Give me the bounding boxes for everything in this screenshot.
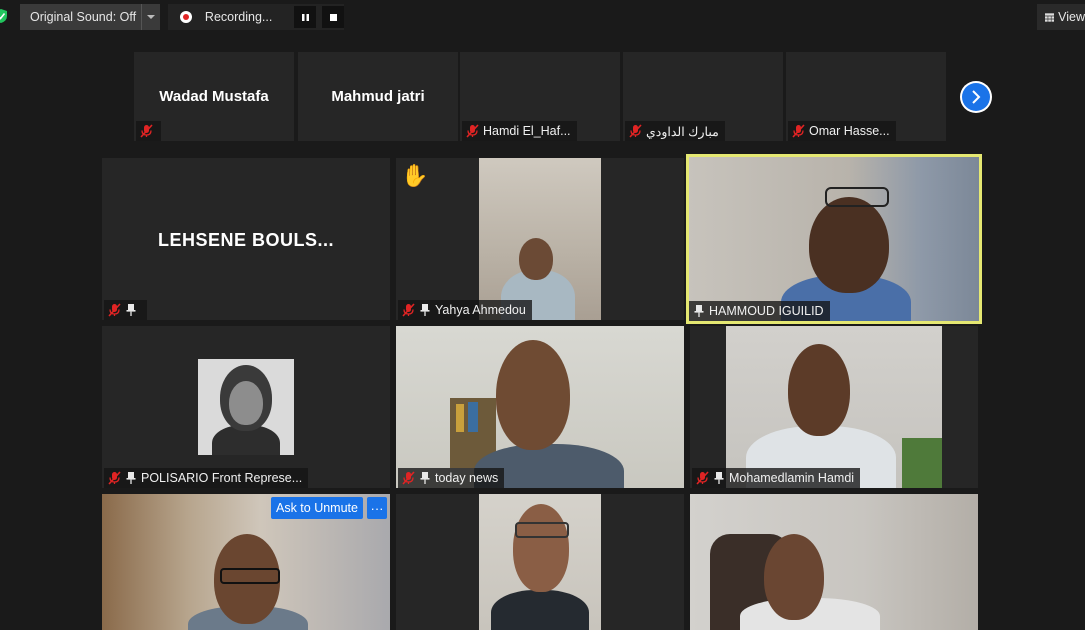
- participant-tile[interactable]: Hamdi El_Haf...: [460, 52, 620, 141]
- participant-tile[interactable]: HAMMOUD IGUILID: [689, 157, 979, 321]
- pause-icon: [301, 13, 309, 21]
- ask-to-unmute-button[interactable]: Ask to Unmute: [271, 497, 363, 519]
- video-feed: [479, 158, 601, 320]
- participant-tile[interactable]: POLISARIO Front Represe...: [102, 326, 390, 488]
- view-label: View: [1058, 10, 1085, 24]
- participant-tile[interactable]: Mahmud jatri: [298, 52, 458, 141]
- participant-name: Wadad Mustafa: [159, 88, 269, 105]
- participant-label: HAMMOUD IGUILID: [709, 304, 824, 318]
- pin-icon: [419, 471, 431, 485]
- participant-tag: POLISARIO Front Represe...: [104, 468, 309, 488]
- participant-label: مبارك الداودي: [646, 124, 719, 139]
- chevron-right-icon: [972, 90, 981, 104]
- participant-tile[interactable]: Wadad Mustafa: [134, 52, 294, 141]
- mic-muted-icon: [466, 124, 479, 138]
- pin-icon: [125, 303, 137, 317]
- participant-tag: today news: [398, 468, 505, 488]
- participant-label: Mohamedlamin Hamdi: [729, 471, 855, 485]
- mic-muted-icon: [402, 471, 415, 485]
- original-sound-label: Original Sound: Off: [30, 10, 137, 24]
- participant-name: Mahmud jatri: [331, 88, 425, 105]
- original-sound-dropdown[interactable]: [141, 4, 160, 30]
- participant-tile[interactable]: Yahya Ahmedou: [396, 158, 684, 320]
- participant-tile[interactable]: LEHSENE BOULS...: [102, 158, 390, 320]
- mic-muted-icon: [402, 303, 415, 317]
- raised-hand-icon: ✋: [401, 163, 429, 188]
- participant-tile[interactable]: مبارك الداودي: [623, 52, 783, 141]
- mic-muted-icon: [792, 124, 805, 138]
- view-button[interactable]: View: [1037, 4, 1085, 30]
- recording-icon: [180, 11, 192, 23]
- participant-tile[interactable]: [396, 494, 684, 630]
- original-sound-button[interactable]: Original Sound: Off: [20, 4, 160, 30]
- video-feed: [689, 157, 979, 321]
- participant-tile[interactable]: Mohamedlamin Hamdi: [690, 326, 978, 488]
- participant-tile[interactable]: today news: [396, 326, 684, 488]
- recording-label: Recording...: [204, 10, 273, 24]
- participant-tile[interactable]: Omar Hasse...: [786, 52, 946, 141]
- chevron-down-icon: [147, 15, 155, 19]
- video-feed: [690, 494, 978, 630]
- pin-icon: [125, 471, 137, 485]
- pin-icon: [419, 303, 431, 317]
- mic-muted-icon: [140, 124, 153, 138]
- participant-tag: Hamdi El_Haf...: [462, 121, 577, 141]
- participant-label: Hamdi El_Haf...: [483, 124, 571, 138]
- stop-icon: [329, 13, 337, 21]
- participant-tag: Yahya Ahmedou: [398, 300, 532, 320]
- participant-tag: مبارك الداودي: [625, 121, 725, 141]
- recording-bar: Recording...: [168, 4, 345, 30]
- shield-icon[interactable]: [0, 8, 8, 24]
- participant-tag: HAMMOUD IGUILID: [689, 301, 830, 321]
- participant-tag: [104, 300, 147, 320]
- next-page-button[interactable]: [960, 81, 992, 113]
- mic-muted-icon: [629, 124, 642, 138]
- participant-name: LEHSENE BOULS...: [157, 230, 335, 250]
- participant-label: Yahya Ahmedou: [435, 303, 526, 317]
- participant-label: today news: [435, 471, 499, 485]
- mic-muted-icon: [696, 471, 709, 485]
- stop-recording-button[interactable]: [322, 6, 345, 28]
- participant-tile[interactable]: [690, 494, 978, 630]
- grid-view-icon: [1045, 12, 1055, 22]
- pin-icon: [693, 304, 705, 318]
- participant-tag: Omar Hasse...: [788, 121, 896, 141]
- profile-picture: [198, 359, 294, 455]
- participant-tag: [136, 121, 161, 141]
- video-feed: [479, 494, 601, 630]
- participant-label: POLISARIO Front Represe...: [141, 471, 303, 485]
- video-feed: [726, 326, 942, 488]
- mic-muted-icon: [108, 471, 121, 485]
- participant-label: Omar Hasse...: [809, 124, 890, 138]
- pause-recording-button[interactable]: [294, 6, 317, 28]
- participant-tag: Mohamedlamin Hamdi: [692, 468, 861, 488]
- more-options-button[interactable]: ···: [367, 497, 387, 519]
- pin-icon: [713, 471, 725, 485]
- mic-muted-icon: [108, 303, 121, 317]
- video-feed: [396, 326, 684, 488]
